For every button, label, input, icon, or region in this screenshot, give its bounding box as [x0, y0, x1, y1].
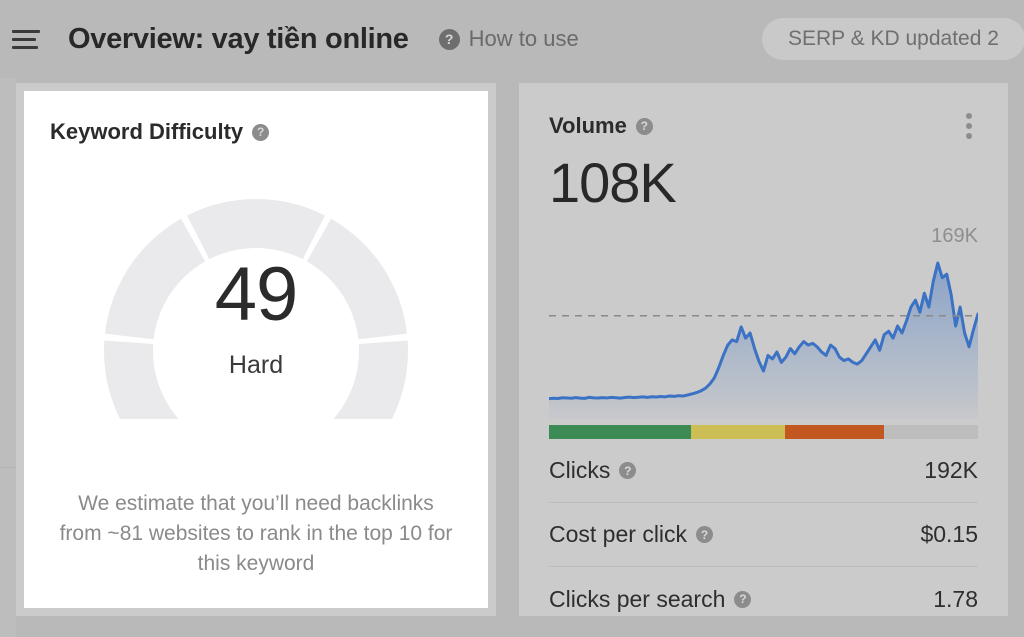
color-bar-segment-none [883, 425, 978, 439]
metric-label-group: Clicks ? [549, 457, 637, 484]
hamburger-line [12, 37, 36, 41]
help-icon[interactable]: ? [619, 462, 637, 479]
help-icon[interactable]: ? [734, 590, 752, 608]
how-to-use-label: How to use [468, 26, 579, 51]
help-icon[interactable]: ? [635, 117, 653, 135]
page-title: Overview: vay tiền online [68, 22, 409, 55]
volume-header-row: Volume ? [549, 109, 978, 143]
kebab-dot [966, 113, 972, 119]
app-root: Overview: vay tiền online ? How to use S… [0, 0, 1024, 637]
metric-value: 1.78 [933, 585, 978, 612]
left-rail [0, 0, 16, 637]
color-bar-segment-paid-low [690, 425, 785, 439]
volume-title-row: Volume ? [549, 113, 653, 139]
keyword-difficulty-rating: Hard [228, 351, 284, 379]
help-icon[interactable]: ? [438, 28, 460, 50]
keyword-difficulty-title: Keyword Difficulty [50, 119, 244, 144]
how-to-use-link[interactable]: ? How to use [438, 26, 579, 52]
metric-label-group: Clicks per search ? [549, 585, 752, 613]
volume-chart: 169K [549, 225, 978, 419]
keyword-difficulty-title-row: Keyword Difficulty ? [50, 119, 462, 145]
volume-color-bar [549, 425, 978, 439]
hamburger-line [12, 45, 38, 49]
volume-metrics-list: Clicks ? 192K Cost per click ? $0.15 Cli… [549, 439, 978, 631]
kebab-menu-icon[interactable] [960, 109, 978, 143]
help-icon[interactable]: ? [252, 123, 270, 141]
hamburger-icon[interactable] [12, 22, 46, 56]
metric-name: Clicks [549, 457, 611, 483]
metric-row-clicks: Clicks ? 192K [549, 439, 978, 503]
keyword-difficulty-score: 49 [214, 252, 299, 337]
metric-value: $0.15 [920, 521, 978, 547]
kebab-dot [966, 123, 972, 129]
gauge-segment [187, 199, 325, 260]
keyword-difficulty-gauge: 49 Hard [74, 169, 438, 419]
kebab-dot [966, 133, 972, 139]
volume-card: Volume ? 108K 169K Clicks ? 192K Cost pe… [519, 83, 1008, 616]
volume-sparkline-svg [549, 261, 978, 419]
metric-row-clicks-per-search: Clicks per search ? 1.78 [549, 567, 978, 631]
volume-sparkline [549, 249, 978, 419]
page-header: Overview: vay tiền online ? How to use S… [0, 0, 1024, 78]
metric-row-cost-per-click: Cost per click ? $0.15 [549, 503, 978, 567]
keyword-difficulty-gauge-wrap: 49 Hard [24, 169, 488, 419]
keyword-difficulty-card: Keyword Difficulty ? 49 Hard We estimate… [16, 83, 496, 616]
volume-chart-max-label: 169K [931, 225, 978, 247]
keyword-difficulty-card-inner: Keyword Difficulty ? 49 Hard We estimate… [24, 91, 488, 608]
metric-value: 192K [924, 457, 978, 483]
help-icon[interactable]: ? [696, 526, 714, 543]
color-bar-segment-paid-high [784, 425, 884, 439]
left-rail-seam [0, 467, 16, 468]
volume-title: Volume [549, 113, 627, 138]
hamburger-line [12, 29, 40, 33]
metric-name: Clicks per search [549, 585, 726, 612]
keyword-difficulty-note: We estimate that you’ll need backlinks f… [59, 492, 453, 575]
volume-value: 108K [549, 151, 677, 214]
serp-kd-updated-pill[interactable]: SERP & KD updated 2 [762, 18, 1024, 60]
metric-name: Cost per click [549, 521, 688, 547]
metric-label-group: Cost per click ? [549, 521, 714, 548]
color-bar-segment-organic [549, 425, 691, 439]
